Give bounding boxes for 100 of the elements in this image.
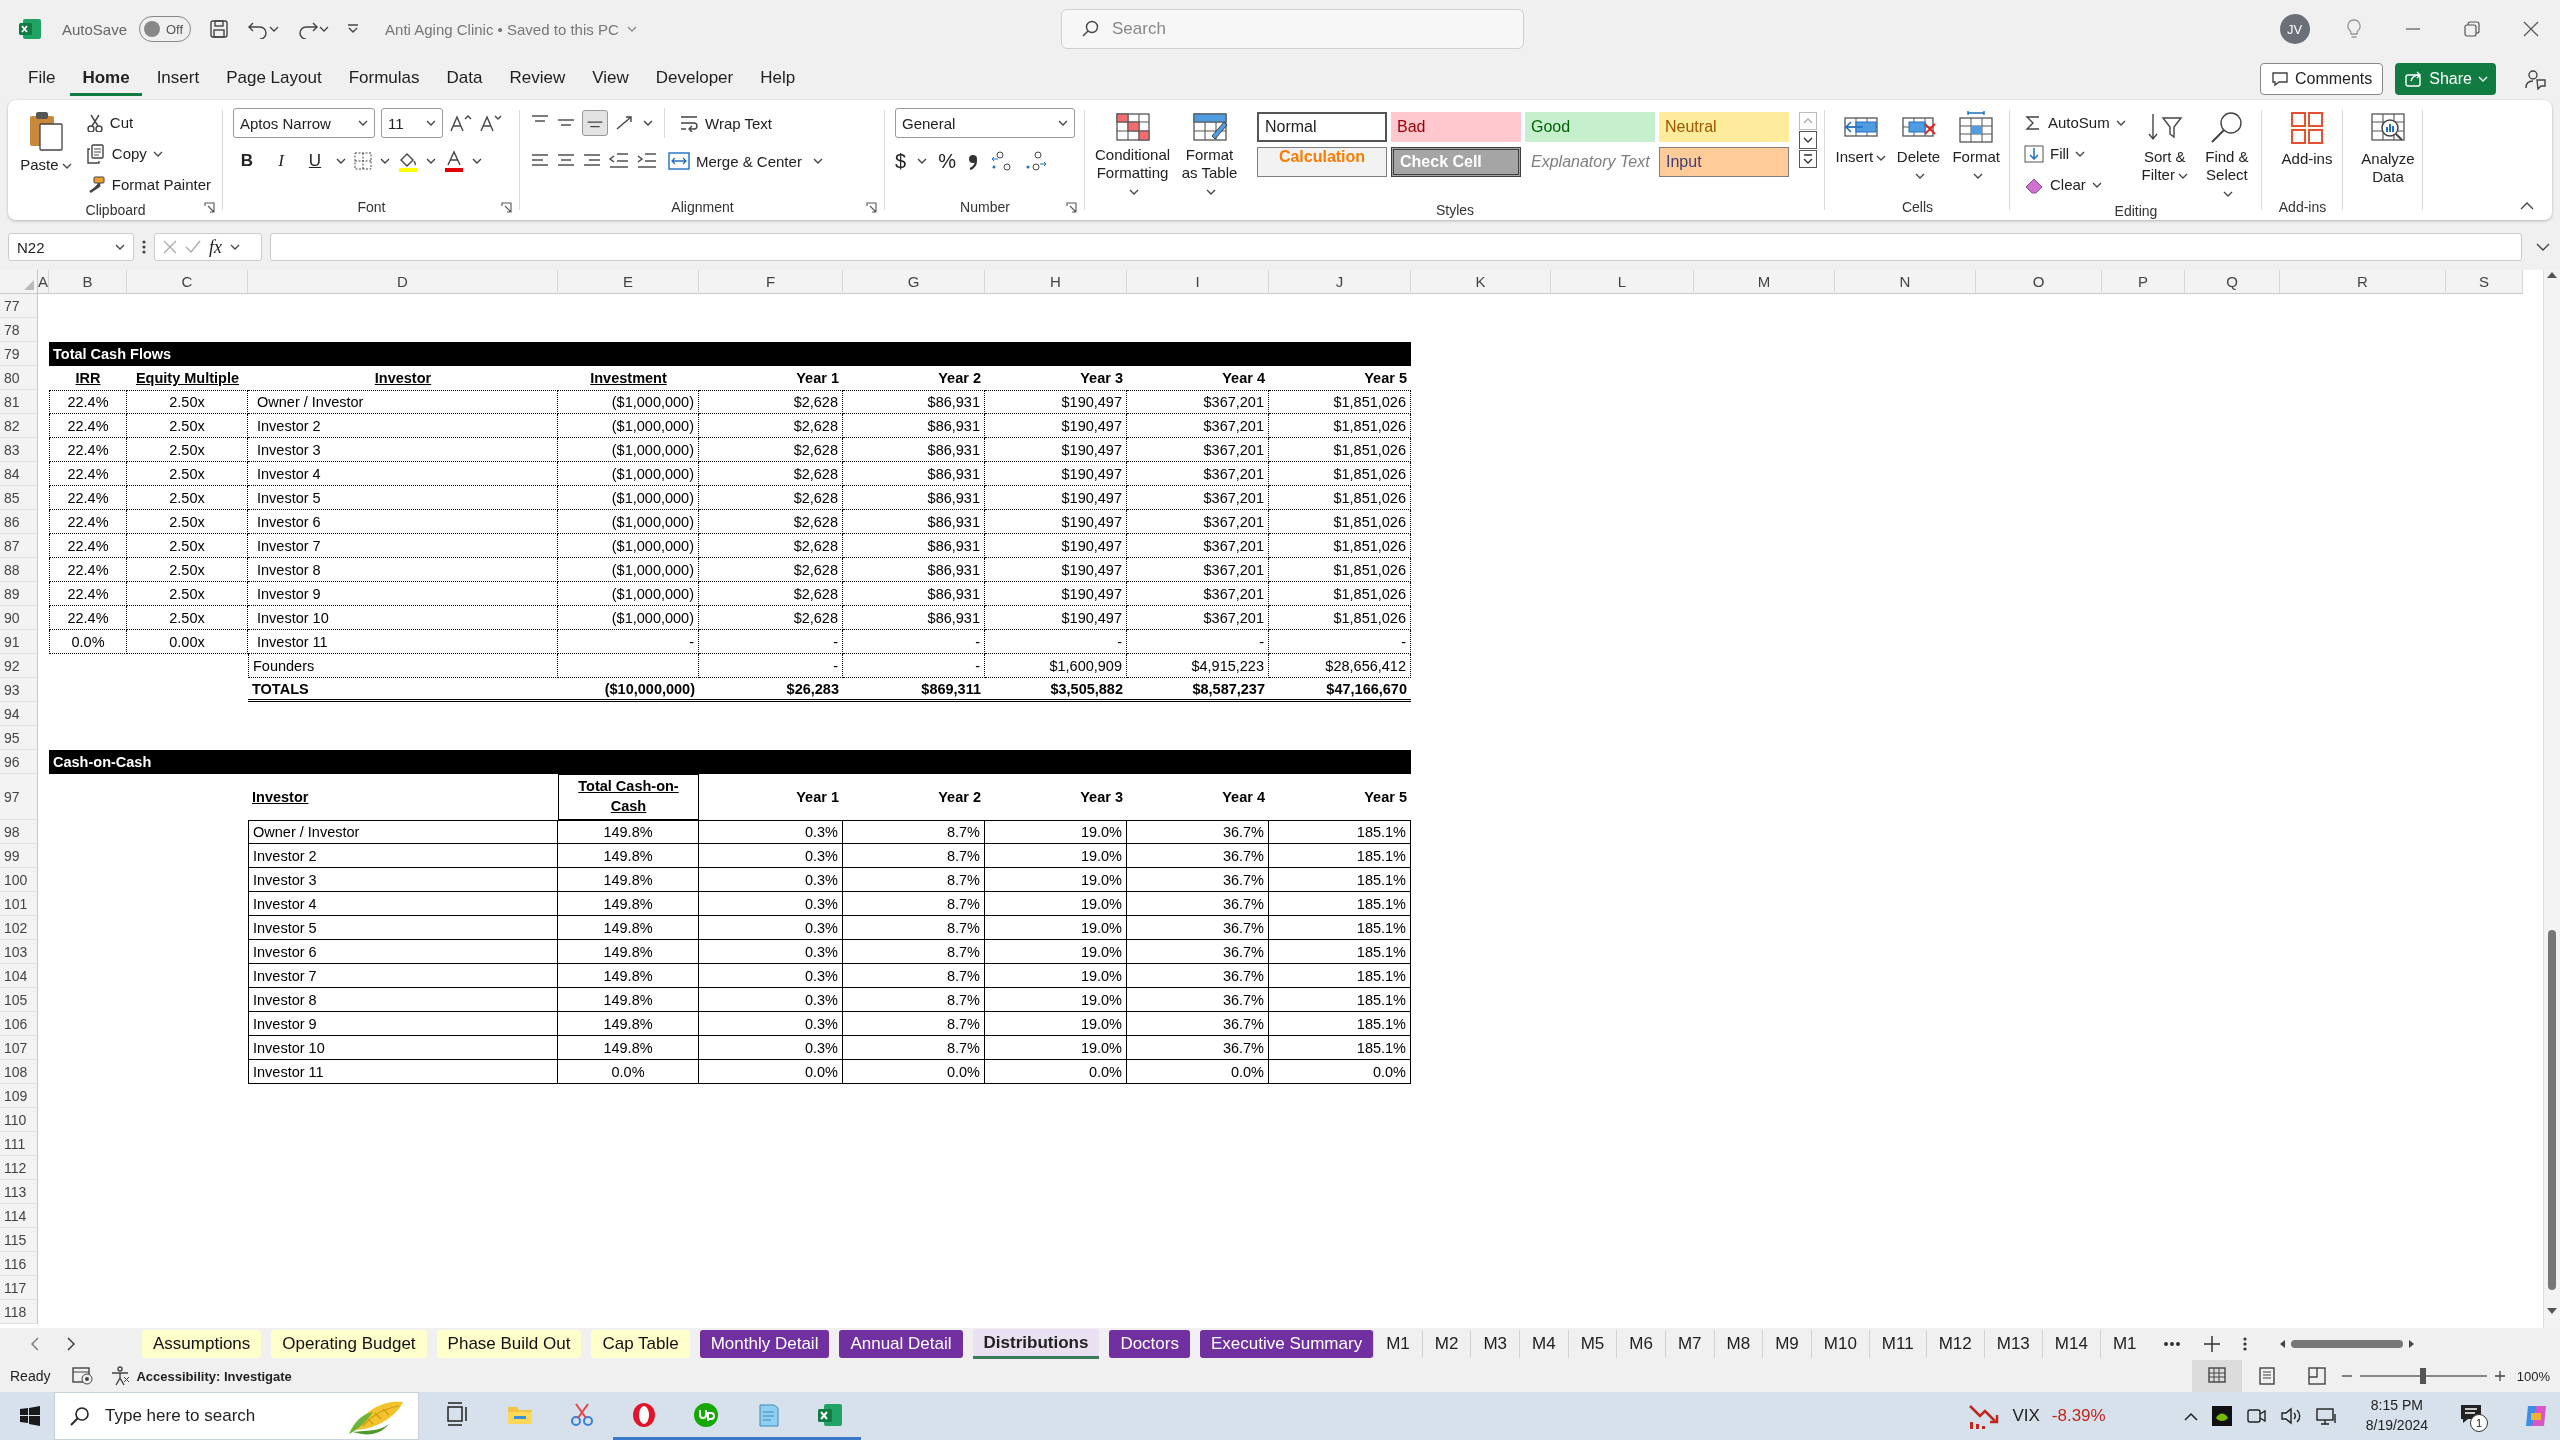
copy-button[interactable]: Copy xyxy=(81,139,215,168)
row-header[interactable]: 114 xyxy=(0,1204,38,1228)
cell-style[interactable]: Explanatory Text xyxy=(1525,147,1655,177)
row-header[interactable]: 90 xyxy=(0,606,38,630)
row-header[interactable]: 78 xyxy=(0,318,38,342)
find-select-button[interactable]: Find & Select xyxy=(2199,108,2254,202)
row-header[interactable]: 96 xyxy=(0,750,38,774)
row-header[interactable]: 98 xyxy=(0,820,38,844)
collapse-ribbon-icon[interactable] xyxy=(2520,201,2534,210)
underline-button[interactable]: U xyxy=(301,147,329,175)
cut-button[interactable]: Cut xyxy=(81,108,215,137)
italic-button[interactable]: I xyxy=(267,147,295,175)
search-field[interactable]: Search xyxy=(1061,9,1524,49)
increase-decimal-icon[interactable] xyxy=(989,150,1014,172)
new-sheet-icon[interactable] xyxy=(2202,1335,2221,1353)
menu-tab[interactable]: Home xyxy=(70,62,142,96)
column-header[interactable]: G xyxy=(843,270,985,294)
delete-button[interactable]: Delete xyxy=(1892,108,1945,184)
column-header[interactable]: P xyxy=(2102,270,2185,294)
row-header[interactable]: 103 xyxy=(0,940,38,964)
caret-icon[interactable] xyxy=(471,157,483,165)
column-header[interactable]: C xyxy=(127,270,248,294)
row-header[interactable]: 109 xyxy=(0,1084,38,1108)
row-header[interactable]: 115 xyxy=(0,1228,38,1252)
row-header[interactable]: 83 xyxy=(0,438,38,462)
add-ins-button[interactable]: Add-ins xyxy=(2272,108,2342,168)
scroll-up-icon[interactable] xyxy=(2547,270,2557,278)
previous-sheet-icon[interactable] xyxy=(30,1336,40,1352)
percent-button[interactable]: % xyxy=(938,146,956,176)
camera-icon[interactable] xyxy=(2245,1406,2266,1426)
paste-button[interactable]: Paste xyxy=(18,108,74,174)
menu-tab[interactable]: Developer xyxy=(643,62,746,96)
expand-formula-icon[interactable] xyxy=(2536,242,2550,252)
column-header[interactable]: F xyxy=(699,270,843,294)
autosum-button[interactable]: AutoSum xyxy=(2020,108,2130,137)
sheet-tab[interactable]: M14 xyxy=(2041,1330,2100,1358)
menu-tab[interactable]: Insert xyxy=(144,62,212,96)
sheet-tab[interactable]: M13 xyxy=(1983,1330,2042,1358)
sheet-tab[interactable]: Doctors xyxy=(1109,1330,1190,1358)
column-header[interactable]: J xyxy=(1269,270,1411,294)
column-header[interactable]: D xyxy=(248,270,558,294)
sort-filter-button[interactable]: Sort & Filter xyxy=(2137,108,2192,184)
sheet-tab[interactable]: Cap Table xyxy=(591,1330,690,1358)
cell-style[interactable]: Good xyxy=(1525,112,1655,142)
row-header[interactable]: 79 xyxy=(0,342,38,366)
insert-button[interactable]: Insert xyxy=(1835,108,1887,166)
sheet-tab[interactable]: M8 xyxy=(1713,1330,1763,1358)
row-header[interactable]: 81 xyxy=(0,390,38,414)
column-header[interactable]: Q xyxy=(2185,270,2280,294)
sheet-tab[interactable]: M1 xyxy=(1373,1330,1422,1358)
column-header[interactable]: L xyxy=(1551,270,1694,294)
sheet-tab[interactable]: Operating Budget xyxy=(271,1330,427,1358)
row-header[interactable]: 82 xyxy=(0,414,38,438)
font-name-field[interactable]: Aptos Narrow xyxy=(233,108,375,138)
sheet-tab[interactable]: M7 xyxy=(1664,1330,1714,1358)
dialog-launcher-icon[interactable] xyxy=(866,202,877,213)
dialog-launcher-icon[interactable] xyxy=(204,202,215,213)
sheet-tab[interactable]: M12 xyxy=(1925,1330,1984,1358)
clock-date[interactable]: 8/19/2024 xyxy=(2365,1416,2428,1436)
clear-button[interactable]: Clear xyxy=(2020,170,2130,199)
column-header[interactable]: M xyxy=(1694,270,1835,294)
caret-icon[interactable] xyxy=(425,157,437,165)
caret-icon[interactable] xyxy=(811,157,824,165)
menu-tab[interactable]: View xyxy=(580,62,641,96)
sheet-tab[interactable]: Monthly Detail xyxy=(699,1330,830,1358)
row-header[interactable]: 111 xyxy=(0,1132,38,1156)
sheet-tab[interactable]: Phase Build Out xyxy=(436,1330,582,1358)
horizontal-scrollbar-icon[interactable] xyxy=(2278,1337,2415,1351)
wrap-text-button[interactable]: Wrap Text xyxy=(675,108,776,138)
sheet-tab[interactable]: M2 xyxy=(1421,1330,1471,1358)
row-header[interactable]: 113 xyxy=(0,1180,38,1204)
sheet-tab[interactable]: M10 xyxy=(1810,1330,1869,1358)
scroll-down-icon[interactable] xyxy=(1799,131,1817,149)
format-as-table-button[interactable]: Format as Table xyxy=(1178,108,1241,200)
caret-icon[interactable] xyxy=(379,157,391,165)
sheet-tab[interactable]: Executive Summary xyxy=(1199,1330,1374,1358)
sheet-tab[interactable]: Annual Detail xyxy=(839,1330,963,1358)
row-header[interactable]: 89 xyxy=(0,582,38,606)
format-painter-button[interactable]: Format Painter xyxy=(81,170,215,199)
column-header[interactable]: S xyxy=(2446,270,2523,294)
row-header[interactable]: 95 xyxy=(0,726,38,750)
zoom-level[interactable]: 100% xyxy=(2516,1368,2550,1384)
more-styles-icon[interactable] xyxy=(1799,150,1817,168)
row-header[interactable]: 117 xyxy=(0,1276,38,1300)
next-sheet-icon[interactable] xyxy=(66,1336,76,1352)
share-button[interactable]: Share xyxy=(2395,63,2496,95)
column-header[interactable]: K xyxy=(1411,270,1551,294)
sheet-tab[interactable]: M6 xyxy=(1616,1330,1665,1358)
save-icon[interactable] xyxy=(209,19,230,39)
clock-time[interactable]: 8:15 PM xyxy=(2370,1396,2423,1416)
close-icon[interactable] xyxy=(2522,21,2539,37)
align-bottom-icon[interactable] xyxy=(582,110,608,136)
network-icon[interactable] xyxy=(2315,1406,2338,1426)
row-header[interactable]: 80 xyxy=(0,366,38,390)
row-header[interactable]: 116 xyxy=(0,1252,38,1276)
scrollbar-thumb-icon[interactable] xyxy=(2548,930,2556,1290)
row-header[interactable]: 99 xyxy=(0,844,38,868)
row-header[interactable]: 77 xyxy=(0,294,38,318)
number-format-field[interactable]: General xyxy=(895,108,1075,138)
customize-icon[interactable] xyxy=(347,23,360,35)
